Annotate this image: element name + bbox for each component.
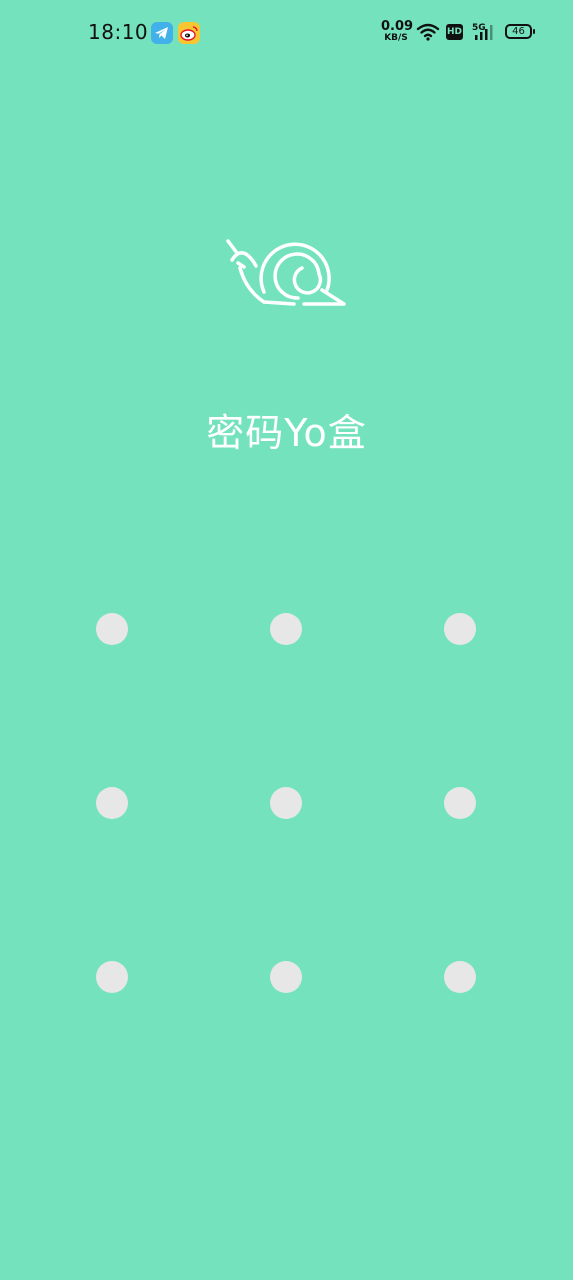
- pattern-dot-5[interactable]: [270, 787, 302, 819]
- pattern-dot-9[interactable]: [444, 961, 476, 993]
- pattern-dot-4[interactable]: [96, 787, 128, 819]
- pattern-dot-7[interactable]: [96, 961, 128, 993]
- pattern-lock-pad[interactable]: [0, 0, 573, 1280]
- pattern-dot-8[interactable]: [270, 961, 302, 993]
- pattern-dot-6[interactable]: [444, 787, 476, 819]
- pattern-dot-2[interactable]: [270, 613, 302, 645]
- pattern-dot-3[interactable]: [444, 613, 476, 645]
- pattern-dot-1[interactable]: [96, 613, 128, 645]
